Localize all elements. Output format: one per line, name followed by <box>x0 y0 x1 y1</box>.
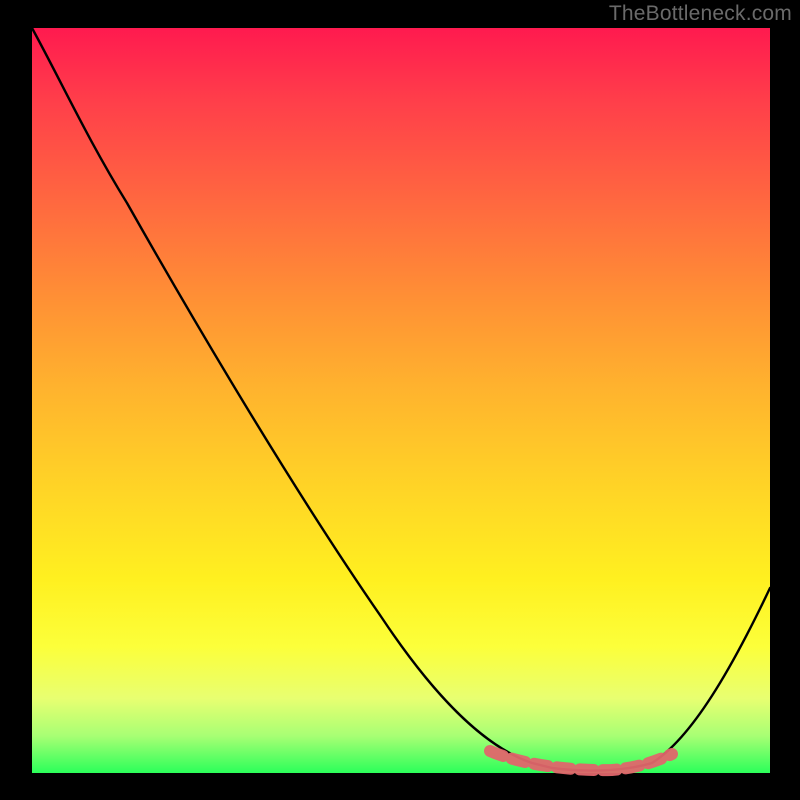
bottleneck-curve-line <box>32 28 770 771</box>
plot-area <box>32 28 770 773</box>
optimal-range-highlight <box>490 751 672 770</box>
curve-svg <box>32 28 770 773</box>
chart-frame: TheBottleneck.com <box>0 0 800 800</box>
watermark-label: TheBottleneck.com <box>609 2 792 26</box>
